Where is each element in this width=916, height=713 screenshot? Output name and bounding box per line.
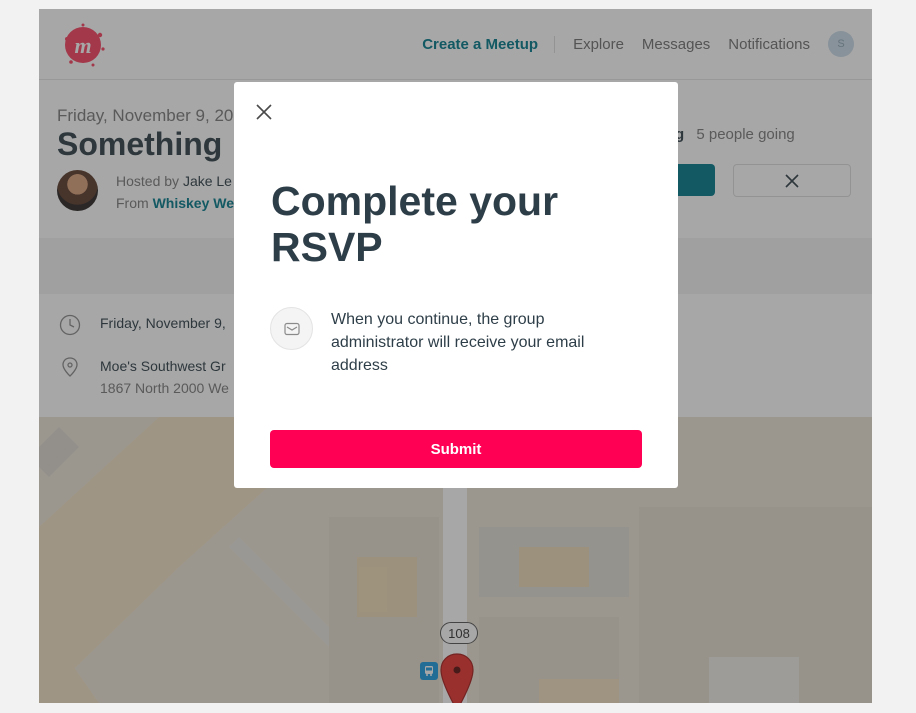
app-frame: m Create a Meetup Explore Messages Notif… [39,9,872,703]
envelope-icon [283,322,300,335]
submit-button[interactable]: Submit [270,430,642,468]
email-share-notice: When you continue, the group administrat… [331,311,585,374]
mail-icon-badge [270,307,313,350]
close-icon[interactable] [254,102,274,122]
modal-title: Complete your RSVP [271,178,559,270]
rsvp-modal: Complete your RSVP When you continue, th… [234,82,678,488]
